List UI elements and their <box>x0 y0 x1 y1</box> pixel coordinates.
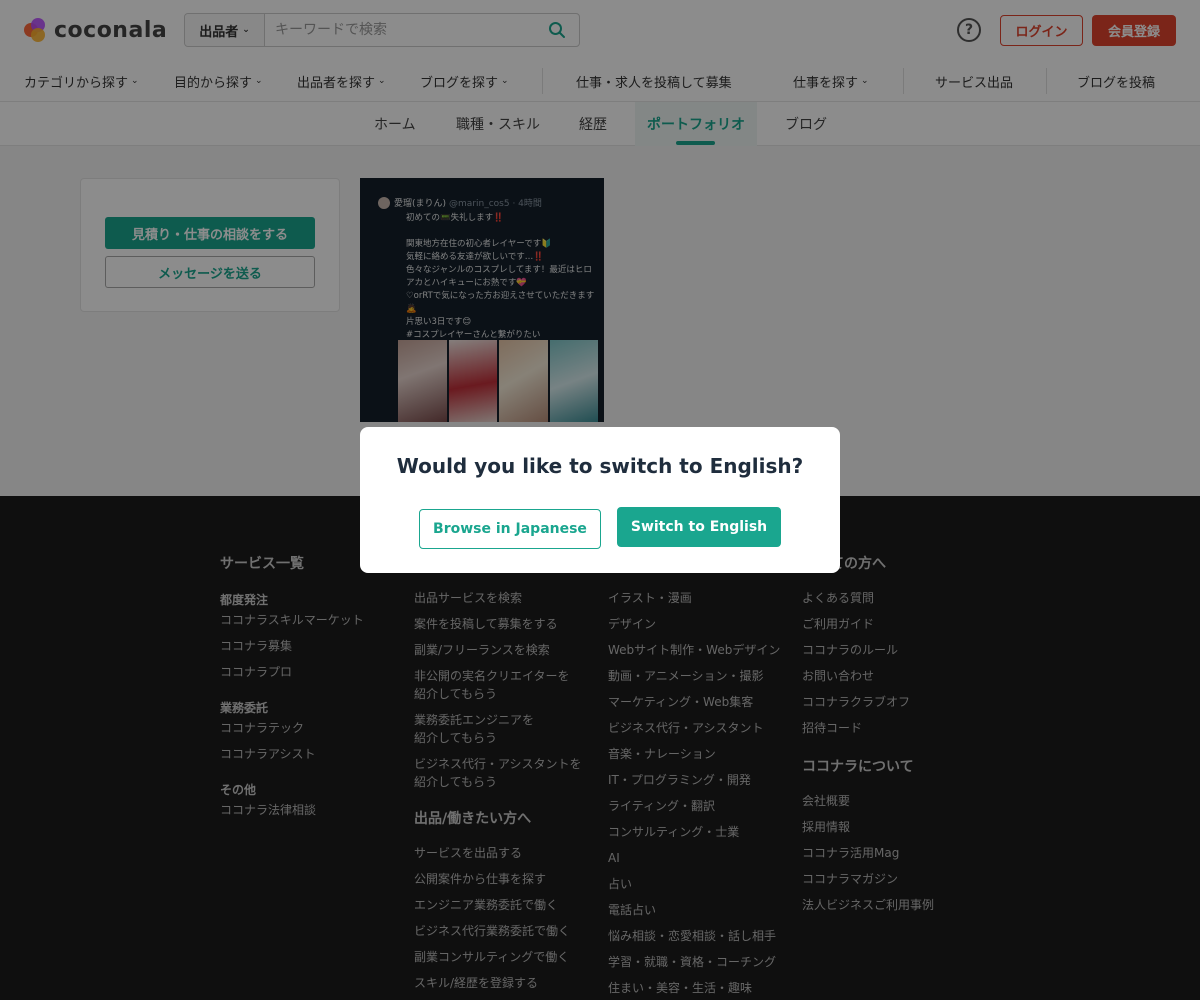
modal-title: Would you like to switch to English? <box>396 454 804 478</box>
browse-in-japanese-button[interactable]: Browse in Japanese <box>419 509 601 549</box>
language-switch-modal: Would you like to switch to English? Bro… <box>360 427 840 573</box>
switch-to-english-button[interactable]: Switch to English <box>617 507 781 547</box>
